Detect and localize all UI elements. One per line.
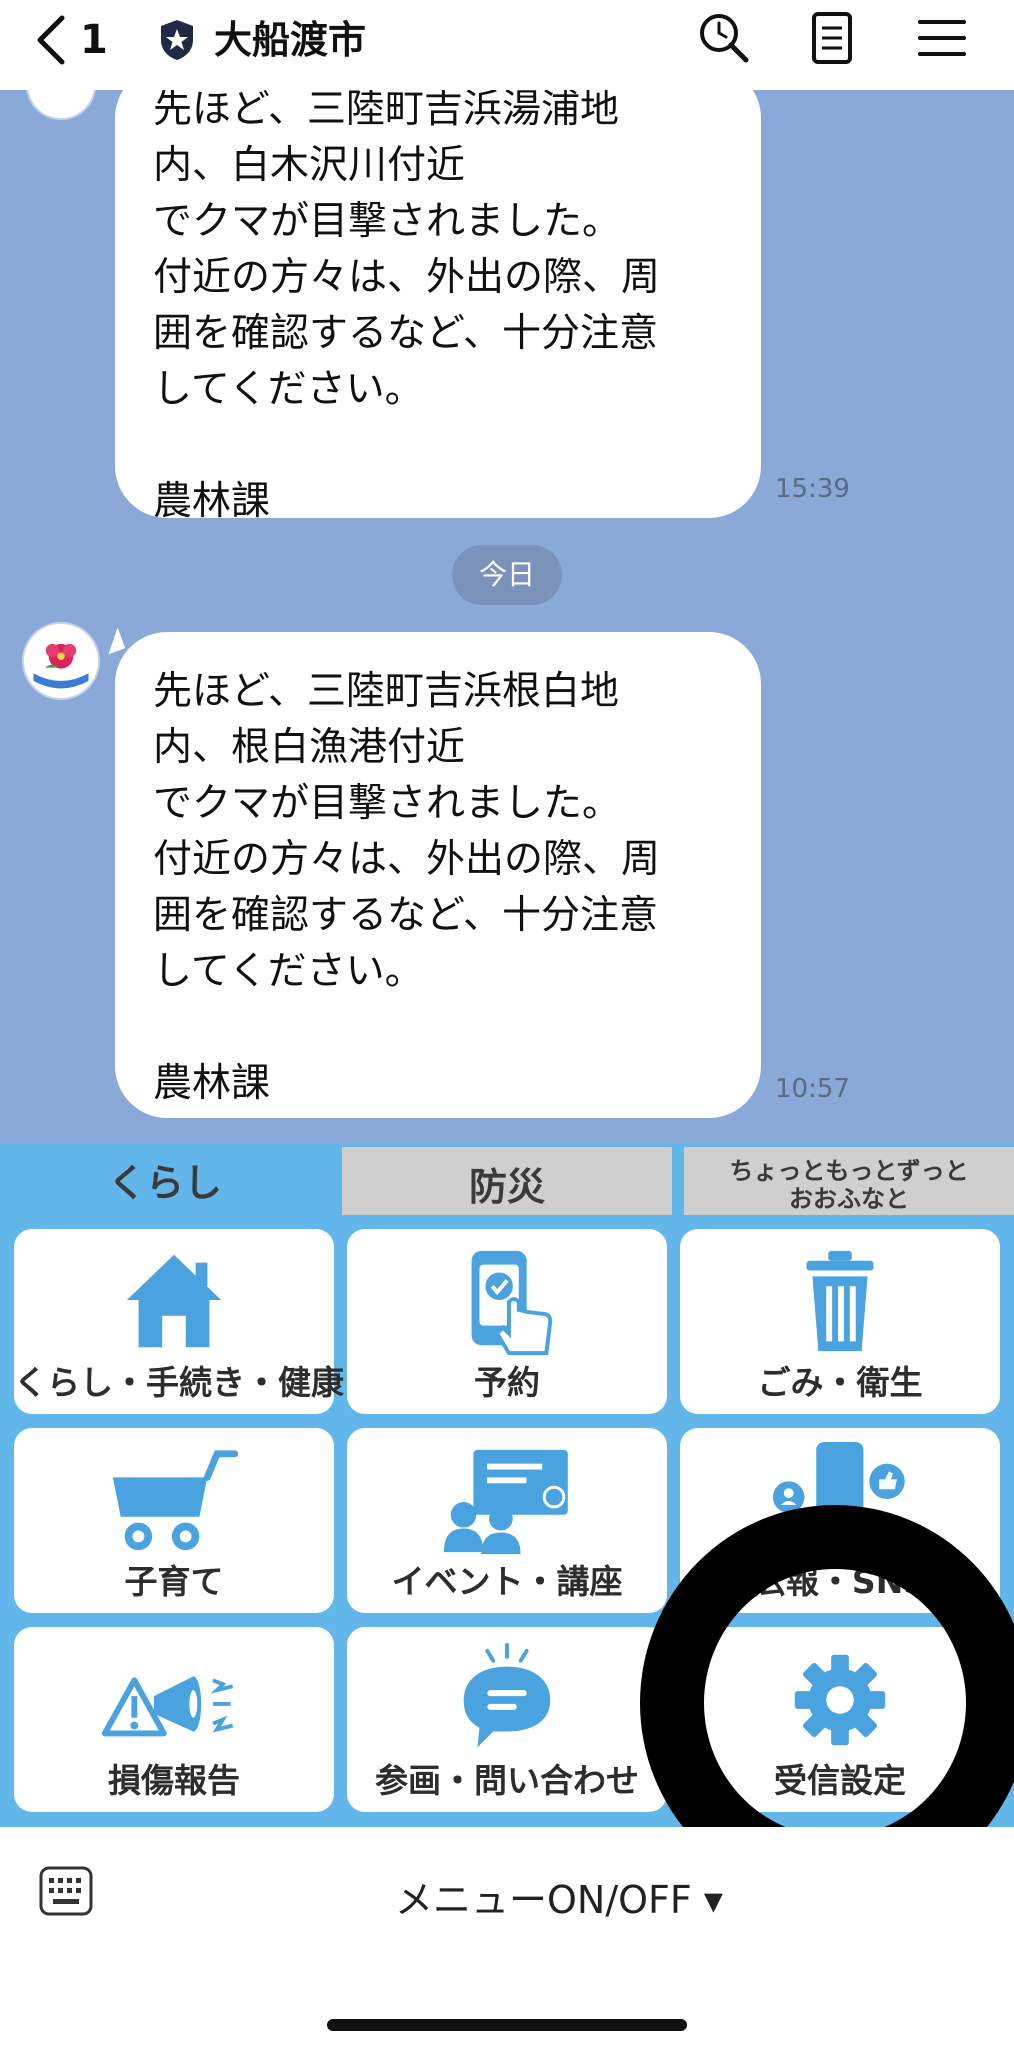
- message-line: [153, 418, 723, 474]
- message-line: 農林課: [153, 1061, 271, 1106]
- menu-tile-label: イベント・講座: [391, 1562, 623, 1601]
- chat-area[interactable]: 先ほど、三陸町吉浜湯浦地 内、白木沢川付近 でクマが目撃されました。 付近の方々…: [0, 90, 1014, 1143]
- menu-tile-label: 広報・SNS: [752, 1562, 928, 1601]
- keyboard-icon: [39, 1866, 93, 1916]
- tab-kurashi[interactable]: くらし: [0, 1143, 330, 1215]
- message-line: 先ほど、三陸町吉浜根白地: [153, 669, 620, 714]
- megaphone-warning-icon: [102, 1676, 234, 1737]
- home-indicator[interactable]: [327, 2019, 687, 2031]
- chevron-left-icon: [37, 15, 65, 65]
- avatar[interactable]: [26, 90, 96, 120]
- menu-tile-event[interactable]: イベント・講座: [347, 1428, 667, 1613]
- menu-tile-contact[interactable]: 参画・問い合わせ: [347, 1627, 667, 1812]
- message-line: 農林課: [153, 479, 271, 524]
- stroller-icon: [113, 1450, 239, 1551]
- avatar[interactable]: [22, 622, 100, 700]
- message-bubble[interactable]: 先ほど、三陸町吉浜湯浦地 内、白木沢川付近 でクマが目撃されました。 付近の方々…: [115, 90, 761, 524]
- tab-label-line: ちょっともっとずっと: [729, 1157, 969, 1185]
- search-button[interactable]: [694, 8, 754, 68]
- trash-icon: [806, 1250, 874, 1352]
- message-line: 付近の方々は、外出の際、周: [153, 255, 661, 300]
- chat-header: 1 大船渡市: [0, 0, 1014, 90]
- message-line: 囲を確認するなど、十分注意: [153, 311, 659, 356]
- menu-button[interactable]: [912, 8, 972, 68]
- menu-tile-report[interactable]: 損傷報告: [14, 1627, 334, 1812]
- message-line: してください。: [153, 949, 424, 994]
- notes-icon: [812, 12, 852, 64]
- search-icon: [700, 14, 749, 63]
- message-line: でクマが目撃されました。: [153, 199, 622, 244]
- message-bubble[interactable]: 先ほど、三陸町吉浜根白地 内、根白漁港付近 でクマが目撃されました。 付近の方々…: [115, 632, 761, 1118]
- presentation-icon: [444, 1449, 568, 1555]
- message-time: 15:39: [775, 474, 850, 504]
- menu-tile-label: 予約: [474, 1363, 540, 1402]
- rich-menu-tabs: くらし 防災 ちょっともっとずっと おおふなと: [0, 1143, 1014, 1215]
- bubble-tail: [100, 627, 126, 655]
- smartphone-tap-icon: [471, 1250, 553, 1356]
- chat-title[interactable]: 大船渡市: [158, 12, 366, 68]
- message-line: してください。: [153, 367, 424, 412]
- menu-tile-settings[interactable]: 受信設定: [680, 1627, 1000, 1812]
- speech-bubble-icon: [463, 1642, 551, 1748]
- gear-icon: [794, 1654, 886, 1746]
- message-line: 先ほど、三陸町吉浜湯浦地: [153, 90, 620, 132]
- tab-bousai[interactable]: 防災: [342, 1143, 672, 1215]
- message-line: 囲を確認するなど、十分注意: [153, 893, 659, 938]
- message-line: 内、白木沢川付近: [153, 143, 466, 188]
- notes-button[interactable]: [802, 8, 862, 68]
- back-button[interactable]: 1: [34, 14, 108, 66]
- message-line: 付近の方々は、外出の際、周: [153, 837, 661, 882]
- menu-tile-yoyaku[interactable]: 予約: [347, 1229, 667, 1414]
- menu-tile-label: 損傷報告: [108, 1761, 240, 1800]
- tab-label-line: おおふなと: [789, 1185, 909, 1213]
- city-logo-icon: [27, 627, 95, 695]
- unread-count: 1: [80, 17, 108, 63]
- menu-tile-label: 受信設定: [774, 1761, 906, 1800]
- message-line: [153, 1000, 723, 1056]
- menu-icon: [918, 20, 966, 56]
- tab-ofunato[interactable]: ちょっともっとずっと おおふなと: [684, 1143, 1014, 1215]
- keyboard-button[interactable]: [38, 1865, 94, 1917]
- date-separator: 今日: [452, 545, 562, 605]
- message-time: 10:57: [775, 1074, 850, 1104]
- official-shield-icon: [161, 20, 193, 60]
- menu-tile-kouhou[interactable]: 広報・SNS: [680, 1428, 1000, 1613]
- menu-tile-label: 参画・問い合わせ: [375, 1761, 639, 1800]
- rich-menu: くらし・手続き・健康 予約 ごみ・衛生 子育て イベント・講座 広報・SNS 損…: [0, 1215, 1014, 1827]
- sns-icon: [773, 1442, 905, 1527]
- menu-tile-kosodate[interactable]: 子育て: [14, 1428, 334, 1613]
- menu-tile-gomi[interactable]: ごみ・衛生: [680, 1229, 1000, 1414]
- menu-tile-kurashi[interactable]: くらし・手続き・健康: [14, 1229, 344, 1414]
- house-icon: [126, 1254, 222, 1348]
- menu-tile-label: くらし・手続き・健康: [14, 1363, 344, 1402]
- menu-tile-label: 子育て: [124, 1562, 224, 1601]
- message-line: でクマが目撃されました。: [153, 781, 622, 826]
- bottom-bar: メニューON/OFF ▾: [0, 1827, 1014, 2048]
- menu-toggle-button[interactable]: メニューON/OFF ▾: [395, 1869, 723, 1924]
- message-line: 内、根白漁港付近: [153, 725, 466, 770]
- page-title: 大船渡市: [214, 18, 367, 62]
- menu-tile-label: ごみ・衛生: [757, 1363, 923, 1402]
